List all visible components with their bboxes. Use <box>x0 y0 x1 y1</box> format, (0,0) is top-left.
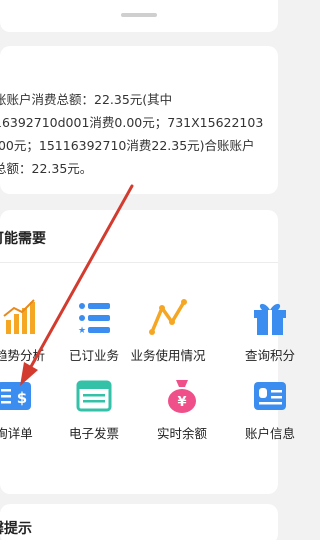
summary-line: 总额：22.35元。 <box>0 161 93 176</box>
list-icon: ★ <box>78 303 110 336</box>
service-usage[interactable]: 业务使用情况 <box>128 298 208 368</box>
service-realtime-balance[interactable]: ¥ 实时余额 <box>142 376 222 446</box>
svg-text:¥: ¥ <box>177 395 186 410</box>
service-points[interactable]: 查询积分 <box>230 298 310 368</box>
bill-icon: $ <box>0 382 31 410</box>
maybe-needed-card: 可能需要 趋势分析 ★ 已订业务 业务使用情况 <box>0 210 295 494</box>
account-icon <box>254 382 286 410</box>
top-sheet <box>0 0 278 32</box>
bar-chart-icon <box>3 299 35 334</box>
service-label: 电子发票 <box>68 426 119 441</box>
svg-text:$: $ <box>17 389 27 407</box>
bill-summary-text: 账账户消费总额：22.35元(其中 16392710d001消费0.00元；73… <box>0 88 294 180</box>
svg-text:★: ★ <box>78 326 86 336</box>
service-label: 账户信息 <box>244 426 295 441</box>
service-label: 业务使用情况 <box>130 348 206 363</box>
invoice-icon <box>76 380 112 412</box>
summary-line: 16392710d001消费0.00元；731X15622103 <box>0 115 264 130</box>
service-e-invoice[interactable]: 电子发票 <box>54 376 134 446</box>
section-title: 可能需要 <box>0 231 46 247</box>
tips-card: 馨提示 <box>0 504 278 540</box>
money-bag-icon: ¥ <box>168 380 196 413</box>
tips-title: 馨提示 <box>0 521 32 537</box>
drag-handle[interactable] <box>121 13 157 17</box>
line-chart-icon <box>149 299 187 335</box>
service-label: 查询积分 <box>244 348 295 363</box>
gift-icon <box>254 303 286 335</box>
summary-line: 账账户消费总额：22.35元(其中 <box>0 92 173 107</box>
divider <box>0 262 278 263</box>
summary-line: .00元；15116392710消费22.35元)合账账户 <box>0 138 255 153</box>
service-account-info[interactable]: 账户信息 <box>230 376 310 446</box>
service-label: 实时余额 <box>156 426 207 441</box>
bill-summary-card: 账账户消费总额：22.35元(其中 16392710d001消费0.00元；73… <box>0 46 278 194</box>
